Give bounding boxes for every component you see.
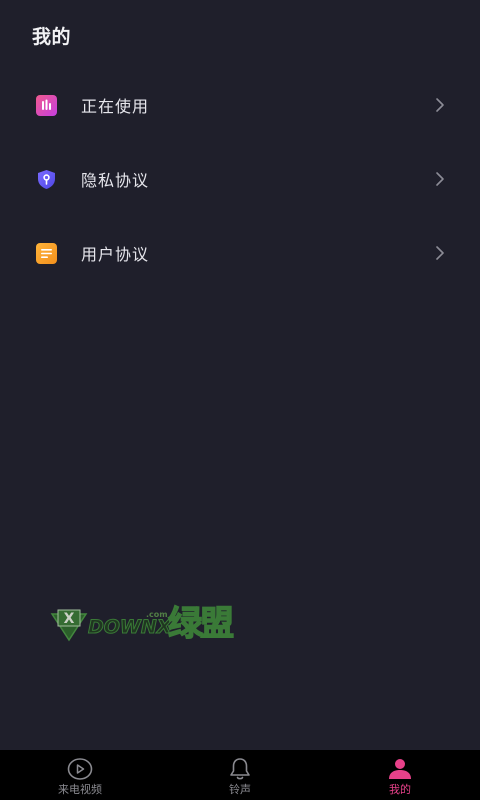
tab-ringtone-video[interactable]: 来电视频	[0, 750, 160, 800]
bottom-tab-bar: 来电视频 铃声 我的	[0, 750, 480, 800]
menu-item-label: 隐私协议	[81, 171, 150, 190]
equalizer-icon	[36, 94, 57, 116]
tab-label: 我的	[389, 783, 411, 796]
menu-item-privacy-policy[interactable]: 隐私协议	[0, 142, 480, 216]
profile-page: 我的 正在使用 隐私协议 用户协议 X DOWNX .com 绿盟 来电视频 铃…	[0, 0, 480, 800]
watermark-logo-icon: X	[50, 609, 88, 642]
settings-menu: 正在使用 隐私协议 用户协议	[0, 68, 480, 290]
person-icon	[387, 757, 413, 781]
svg-text:X: X	[64, 611, 75, 627]
chevron-right-icon	[434, 97, 446, 113]
tab-label: 铃声	[229, 783, 251, 796]
tab-mine[interactable]: 我的	[320, 750, 480, 800]
menu-item-user-agreement[interactable]: 用户协议	[0, 216, 480, 290]
watermark-cn-text: 绿盟	[167, 603, 234, 644]
page-title: 我的	[32, 26, 72, 48]
play-circle-icon	[67, 757, 93, 781]
site-watermark: X DOWNX .com 绿盟	[50, 603, 250, 645]
menu-item-in-use[interactable]: 正在使用	[0, 68, 480, 142]
menu-item-label: 用户协议	[81, 245, 150, 264]
shield-key-icon	[36, 169, 57, 190]
tab-label: 来电视频	[58, 783, 102, 796]
chevron-right-icon	[434, 171, 446, 187]
tab-ringtones[interactable]: 铃声	[160, 750, 320, 800]
bell-icon	[227, 757, 253, 781]
document-lines-icon	[36, 242, 57, 264]
chevron-right-icon	[434, 245, 446, 261]
watermark-text: DOWNX	[87, 616, 172, 639]
watermark-suffix: .com	[146, 610, 168, 619]
menu-item-label: 正在使用	[81, 97, 150, 116]
